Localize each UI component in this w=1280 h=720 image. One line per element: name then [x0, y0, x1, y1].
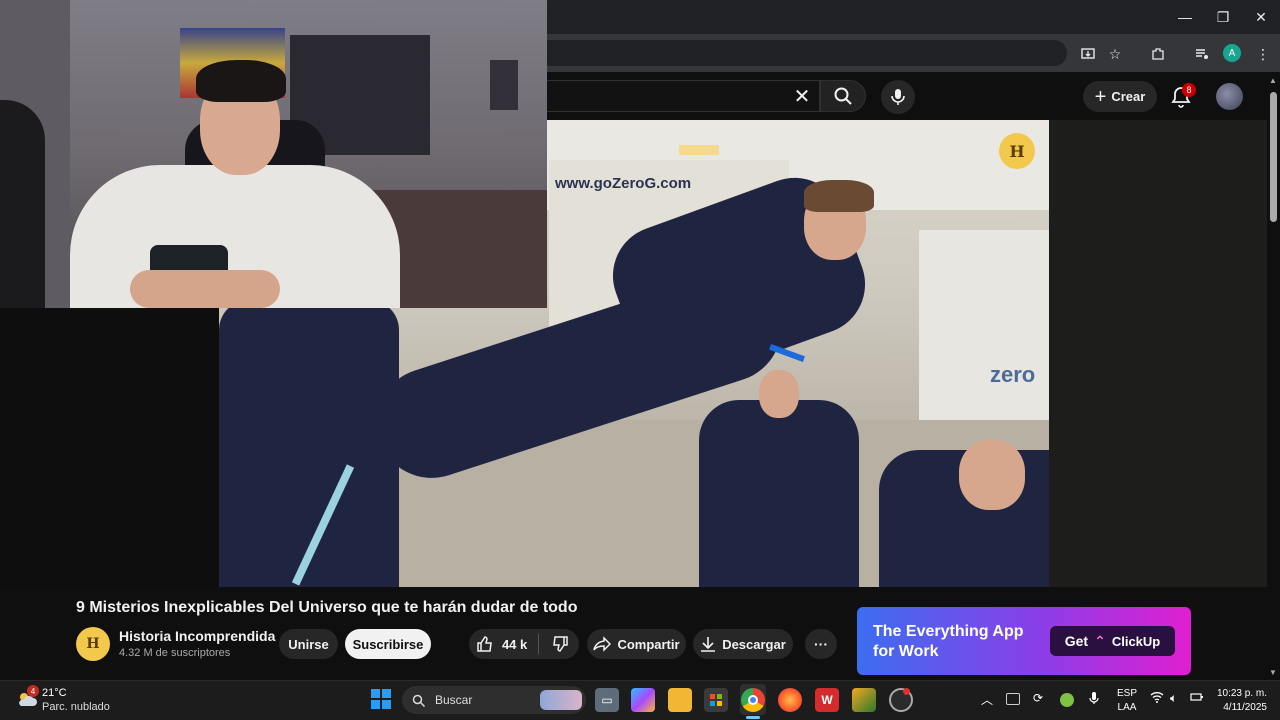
channel-watermark[interactable]: H	[999, 133, 1035, 169]
weather-description[interactable]: Parc. nublado	[42, 701, 110, 713]
microsoft-store-icon[interactable]	[704, 688, 728, 712]
address-bar[interactable]	[547, 40, 1067, 66]
notification-count-badge: 8	[1182, 83, 1196, 97]
join-label: Unirse	[288, 636, 329, 652]
recording-indicator	[903, 688, 910, 695]
search-highlight-image	[540, 690, 582, 710]
account-avatar[interactable]	[1216, 83, 1243, 110]
dislike-button[interactable]	[540, 635, 579, 653]
copilot-icon[interactable]	[631, 688, 655, 712]
subscribe-label: Suscribirse	[352, 636, 424, 652]
search-icon	[412, 694, 425, 707]
fl-studio-icon[interactable]	[852, 688, 876, 712]
show-hidden-icons-icon[interactable]: ︿	[981, 691, 993, 708]
subscribe-button[interactable]: Suscribirse	[345, 629, 431, 659]
microphone-icon	[891, 89, 905, 105]
ad-cta-brand: ClickUp	[1111, 633, 1161, 649]
like-button[interactable]: 44 k	[469, 635, 534, 653]
taskbar-search-label: Buscar	[435, 693, 473, 707]
ad-headline: The Everything App for Work	[873, 622, 1024, 662]
ad-headline-line2: for Work	[873, 643, 939, 660]
subscriber-count: 4.32 M de suscriptores	[119, 647, 231, 659]
download-label: Descargar	[722, 636, 786, 652]
ad-cta-button[interactable]: Get ⌃ ClickUp	[1050, 626, 1175, 656]
task-view-icon[interactable]: ▭	[595, 688, 619, 712]
close-window-button[interactable]: ✕	[1242, 0, 1280, 34]
wps-office-icon[interactable]: W	[815, 688, 839, 712]
media-controls-icon[interactable]	[1191, 43, 1213, 65]
minimize-button[interactable]: —	[1166, 0, 1204, 34]
voice-search-button[interactable]	[881, 80, 915, 114]
webcam-overlay	[0, 0, 547, 308]
install-app-icon[interactable]	[1077, 43, 1099, 65]
video-letterbox-right	[1049, 120, 1267, 587]
download-button[interactable]: Descargar	[693, 629, 793, 659]
more-actions-button[interactable]: ···	[805, 629, 837, 659]
scrollbar-thumb[interactable]	[1270, 92, 1277, 222]
window-controls: — ❐ ✕	[1166, 0, 1280, 34]
like-count: 44 k	[501, 636, 528, 652]
search-input[interactable]	[547, 80, 820, 112]
clock-time: 10:23 p. m.	[1216, 688, 1267, 699]
bookmark-star-icon[interactable]: ☆	[1104, 43, 1126, 65]
restore-button[interactable]: ❐	[1204, 0, 1242, 34]
file-explorer-icon[interactable]	[668, 688, 692, 712]
join-button[interactable]: Unirse	[279, 629, 338, 659]
chrome-icon[interactable]	[741, 688, 765, 712]
share-button[interactable]: Compartir	[587, 629, 686, 659]
plus-icon: +	[1094, 85, 1107, 108]
like-dislike-group: 44 k	[469, 629, 579, 659]
sync-icon[interactable]: ⟳	[1033, 691, 1043, 705]
create-label: Crear	[1111, 89, 1146, 104]
video-title: 9 Misterios Inexplicables Del Universo q…	[76, 599, 578, 616]
ad-cta-get: Get	[1064, 633, 1089, 649]
search-icon	[834, 87, 852, 105]
battery-icon[interactable]	[1190, 691, 1204, 706]
volume-icon[interactable]: 🔈︎	[1170, 691, 1177, 706]
video-overlay-logo-text: zero	[990, 362, 1036, 387]
microphone-tray-icon[interactable]	[1088, 691, 1100, 708]
chrome-running-indicator	[746, 716, 760, 719]
tray-app-icon[interactable]	[1006, 693, 1020, 705]
scroll-down-arrow-icon[interactable]: ▼	[1269, 668, 1277, 677]
extensions-icon[interactable]	[1147, 43, 1169, 65]
firefox-icon[interactable]	[778, 688, 802, 712]
channel-avatar[interactable]: H	[76, 627, 110, 661]
more-actions-label: ···	[814, 636, 828, 652]
browser-menu-icon[interactable]: ⋮	[1252, 43, 1274, 65]
clickup-logo-icon: ⌃	[1094, 632, 1106, 649]
weather-temperature[interactable]: 21°C	[42, 687, 67, 699]
channel-name[interactable]: Historia Incomprendida	[119, 628, 275, 644]
video-overlay-site-text: www.goZeroG.com	[555, 175, 692, 192]
browser-profile-avatar[interactable]: A	[1223, 44, 1241, 62]
wifi-icon[interactable]	[1150, 691, 1164, 706]
video-letterbox-left	[0, 308, 219, 587]
share-label: Compartir	[617, 636, 680, 652]
scroll-up-arrow-icon[interactable]: ▲	[1269, 76, 1277, 85]
tray-green-app-icon[interactable]	[1060, 693, 1074, 707]
thumbs-up-icon	[477, 636, 492, 652]
input-language[interactable]: ESP LAA	[1117, 687, 1137, 715]
weather-badge: 4	[27, 685, 39, 697]
share-icon	[593, 636, 612, 652]
lang-line1: ESP	[1117, 688, 1138, 699]
ad-headline-line1: The Everything App	[873, 623, 1024, 640]
clear-search-icon[interactable]: ✕	[790, 84, 814, 108]
search-button[interactable]	[820, 80, 866, 112]
start-button[interactable]	[371, 689, 391, 709]
clock-date: 4/11/2025	[1223, 702, 1267, 713]
download-icon	[701, 637, 716, 652]
taskbar-clock[interactable]: 10:23 p. m. 4/11/2025	[1213, 687, 1267, 715]
lang-line2: LAA	[1117, 702, 1137, 713]
like-divider	[538, 634, 539, 654]
thumbs-down-icon	[552, 636, 568, 652]
create-button[interactable]: + Crear	[1083, 81, 1157, 112]
